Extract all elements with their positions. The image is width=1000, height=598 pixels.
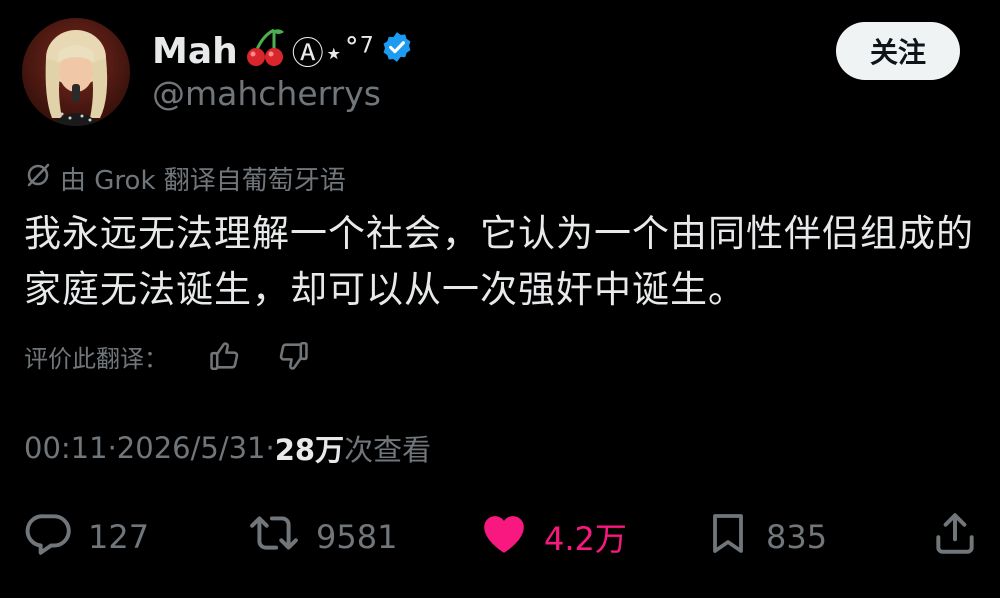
action-bar: 127 9581 4.2万 835 xyxy=(0,502,1000,572)
avatar-image xyxy=(22,18,130,126)
meta-separator: · xyxy=(265,431,275,465)
translate-slash-icon xyxy=(24,161,52,196)
tweet-date[interactable]: 2026/5/31 xyxy=(117,431,266,465)
like-count: 4.2万 xyxy=(544,520,627,558)
meta-separator: · xyxy=(107,431,117,465)
user-handle[interactable]: @mahcherrys xyxy=(152,74,381,113)
cherry-icon xyxy=(244,26,286,77)
tweet-meta: 00:11 · 2026/5/31 · 28万 次查看 xyxy=(24,426,431,470)
bookmark-button[interactable]: 835 xyxy=(704,502,827,572)
translation-note: 由 Grok 翻译自葡萄牙语 xyxy=(24,160,346,196)
reply-count: 127 xyxy=(88,518,150,556)
tweet-time[interactable]: 00:11 xyxy=(24,431,108,465)
share-icon xyxy=(930,508,980,566)
reply-icon xyxy=(24,508,74,566)
repost-button[interactable]: 9581 xyxy=(246,502,397,572)
display-name[interactable]: Mah xyxy=(152,31,238,72)
reply-button[interactable]: 127 xyxy=(24,502,149,572)
repost-count: 9581 xyxy=(316,518,398,556)
name-suffix-superscript: 7 xyxy=(359,33,374,59)
display-name-row[interactable]: Mah Ⓐ⋆˚7 xyxy=(152,26,414,76)
rate-translation-label: 评价此翻译： xyxy=(24,344,168,373)
heart-icon xyxy=(478,508,530,566)
translation-note-text: 由 Grok 翻译自葡萄牙语 xyxy=(60,165,346,196)
tweet-text: 我永远无法理解一个社会，它认为一个由同性伴侣组成的家庭无法诞生，却可以从一次强奸… xyxy=(24,212,974,311)
views-count[interactable]: 28万 xyxy=(275,427,344,469)
verified-badge-icon[interactable] xyxy=(380,30,414,73)
thumbs-down-icon[interactable] xyxy=(276,339,310,373)
share-button[interactable] xyxy=(930,502,980,572)
like-button[interactable]: 4.2万 xyxy=(478,502,627,572)
bookmark-count: 835 xyxy=(766,518,828,556)
avatar[interactable] xyxy=(22,18,130,126)
repost-icon xyxy=(246,508,302,566)
thumbs-up-icon[interactable] xyxy=(208,339,242,373)
views-label: 次查看 xyxy=(344,433,432,467)
rate-translation-row: 评价此翻译： xyxy=(24,336,310,376)
bookmark-icon xyxy=(704,508,752,566)
follow-button[interactable]: 关注 xyxy=(836,22,960,80)
name-suffix: Ⓐ⋆˚7 xyxy=(291,33,374,72)
